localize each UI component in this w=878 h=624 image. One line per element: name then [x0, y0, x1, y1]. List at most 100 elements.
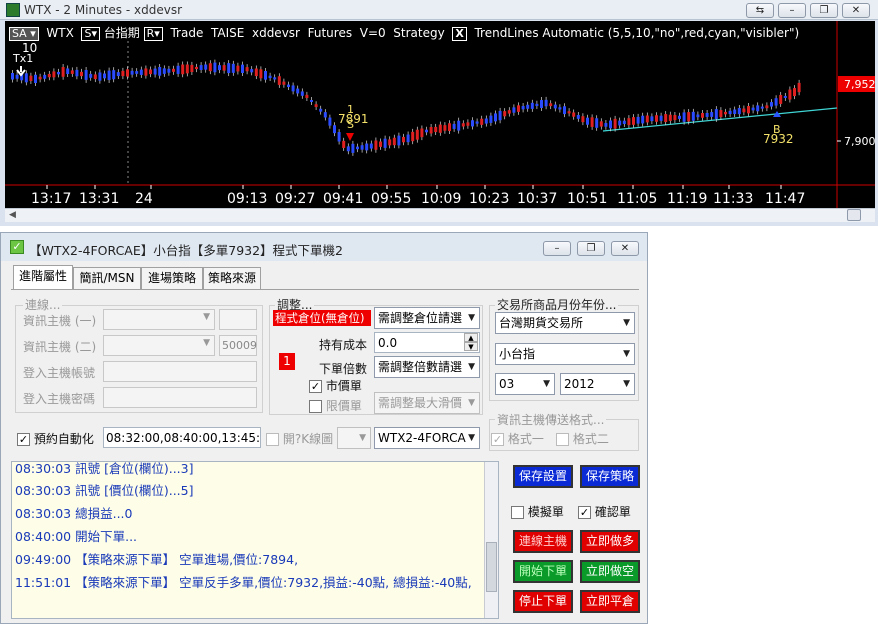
candle-body	[231, 63, 235, 73]
order-log[interactable]: 08:30:03 訊號 [倉位(欄位)...3] 08:30:03 訊號 [價位…	[11, 461, 499, 619]
r-dropdown[interactable]: R▾	[143, 27, 163, 41]
product-select[interactable]: 小台指 ▼	[495, 343, 635, 365]
candle-body	[484, 118, 488, 124]
s-dropdown[interactable]: S▾	[81, 27, 100, 41]
position-select[interactable]: 需調整倉位請選 ▼	[374, 307, 480, 329]
time-tick-label: 09:13	[227, 191, 267, 207]
stop-order-button[interactable]: 停止下單	[513, 590, 573, 613]
multiplier-badge: 1	[279, 353, 295, 370]
candle-body	[590, 117, 594, 127]
save-settings-button[interactable]: 保存設置	[513, 465, 573, 488]
tab-entry-strategy[interactable]: 進場策略	[141, 267, 203, 289]
sa-dropdown[interactable]: SA ▾	[9, 27, 39, 41]
month-select-value: 03	[499, 377, 515, 391]
open-kchart-option[interactable]: 開?K線圖	[266, 430, 333, 447]
candle-body	[277, 76, 281, 85]
order-restore-button[interactable]: ❐	[577, 241, 605, 256]
tab-sms[interactable]: 簡訊/MSN	[73, 267, 141, 289]
minimize-button[interactable]: –	[778, 3, 806, 18]
candle-body	[15, 74, 19, 79]
start-order-button[interactable]: 開始下單	[513, 560, 573, 583]
confirm-checkbox[interactable]: ✓	[578, 506, 591, 519]
spin-up-icon[interactable]: ▲	[464, 333, 478, 342]
candle-body	[392, 137, 396, 146]
candle-body	[402, 136, 405, 143]
connect-host-button[interactable]: 連線主機	[513, 530, 573, 553]
host1-input[interactable]: ▼	[103, 309, 215, 330]
log-scrollbar[interactable]	[484, 462, 498, 618]
host2-input[interactable]: ▼	[103, 335, 215, 356]
market-checkbox[interactable]: ✓	[309, 380, 322, 393]
confirm-option[interactable]: ✓ 確認單	[578, 503, 631, 520]
remove-indicator-button[interactable]: X	[452, 27, 467, 41]
auto-schedule-option[interactable]: ✓ 預約自動化	[17, 430, 94, 447]
candle-body	[70, 70, 74, 74]
candle-body	[512, 107, 516, 113]
order-minimize-button[interactable]: –	[543, 241, 571, 256]
order-close-button[interactable]: ✕	[611, 241, 639, 256]
scroll-left-icon[interactable]: ◀	[9, 210, 16, 220]
close-button[interactable]: ✕	[842, 3, 870, 18]
connect-host-label: 連線主機	[518, 534, 567, 548]
candle-body	[452, 123, 456, 129]
candle-body	[438, 124, 442, 133]
restore-button[interactable]: ❐	[810, 3, 838, 18]
multiplier-select[interactable]: 需調整倍數請選 ▼	[374, 356, 480, 378]
candle-body	[75, 69, 79, 77]
strategy-select[interactable]: WTX2-4FORCA ▼	[374, 427, 480, 449]
market-order-option[interactable]: ✓ 市價單	[309, 377, 362, 394]
candle-body	[273, 77, 277, 80]
type-label: Futures	[307, 26, 353, 40]
open-kchart-checkbox[interactable]	[266, 433, 279, 446]
window-menu-icon[interactable]: ⇆	[746, 3, 774, 18]
tab-strategy-source[interactable]: 策略來源	[203, 267, 261, 289]
time-tick-label: 13:17	[31, 191, 71, 207]
scroll-thumb[interactable]	[847, 209, 861, 221]
simulate-checkbox[interactable]	[511, 506, 524, 519]
limit-checkbox[interactable]	[309, 400, 322, 413]
slippage-select[interactable]: 需調整最大滑價 ▼	[374, 392, 480, 414]
candle-body	[429, 127, 433, 134]
format2-checkbox[interactable]	[556, 433, 569, 446]
save-strategy-label: 保存策略	[585, 469, 634, 483]
limit-order-option[interactable]: 限價單	[309, 397, 362, 414]
candle-body	[756, 105, 760, 112]
horizontal-scrollbar[interactable]: ◀	[5, 208, 875, 222]
candle-body	[521, 106, 525, 110]
log-scroll-thumb[interactable]	[486, 542, 497, 592]
multiplier-select-value: 需調整倍數請選	[378, 360, 463, 374]
candle-body	[57, 71, 60, 75]
cost-input[interactable]: 0.0 ▲ ▼	[374, 332, 480, 353]
candle-body	[526, 104, 530, 109]
host1-port-input[interactable]	[219, 309, 257, 330]
month-select[interactable]: 03 ▼	[495, 373, 555, 395]
candle-body	[687, 112, 691, 122]
candle-body	[494, 113, 497, 122]
spin-down-icon[interactable]: ▼	[464, 342, 478, 351]
simulate-option[interactable]: 模擬單	[511, 503, 564, 520]
host2-port-input[interactable]: 50009	[219, 335, 257, 356]
year-select[interactable]: 2012 ▼	[560, 373, 635, 395]
candle-body	[24, 73, 28, 83]
flatten-now-button[interactable]: 立即平倉	[580, 590, 640, 613]
chevron-down-icon: ▼	[468, 362, 475, 372]
account-input[interactable]	[103, 361, 257, 382]
password-input[interactable]	[103, 387, 257, 408]
candle-body	[11, 72, 14, 80]
candle-body	[609, 120, 612, 129]
auto-schedule-checkbox[interactable]: ✓	[17, 433, 30, 446]
exchange-select[interactable]: 台灣期貨交易所 ▼	[495, 312, 635, 334]
buy-now-button[interactable]: 立即做多	[580, 530, 640, 553]
tab-label: 進階屬性	[18, 269, 67, 283]
save-strategy-button[interactable]: 保存策略	[580, 465, 640, 488]
auto-schedule-input[interactable]: 08:32:00,08:40:00,13:45:00	[103, 427, 261, 448]
price-chart[interactable]: 7,952 7,900 10 Tx1 7891 1 S B 7932 13:17…	[5, 21, 875, 208]
format2-option[interactable]: 格式二	[556, 430, 609, 447]
time-tick-label: 10:37	[517, 191, 557, 207]
format1-checkbox[interactable]: ✓	[491, 433, 504, 446]
format1-option[interactable]: ✓ 格式一	[491, 430, 544, 447]
kchart-select[interactable]: ▼	[337, 427, 371, 449]
candle-body	[471, 120, 474, 127]
tab-advanced[interactable]: 進階屬性	[13, 265, 73, 289]
sell-now-button[interactable]: 立即做空	[580, 560, 640, 583]
